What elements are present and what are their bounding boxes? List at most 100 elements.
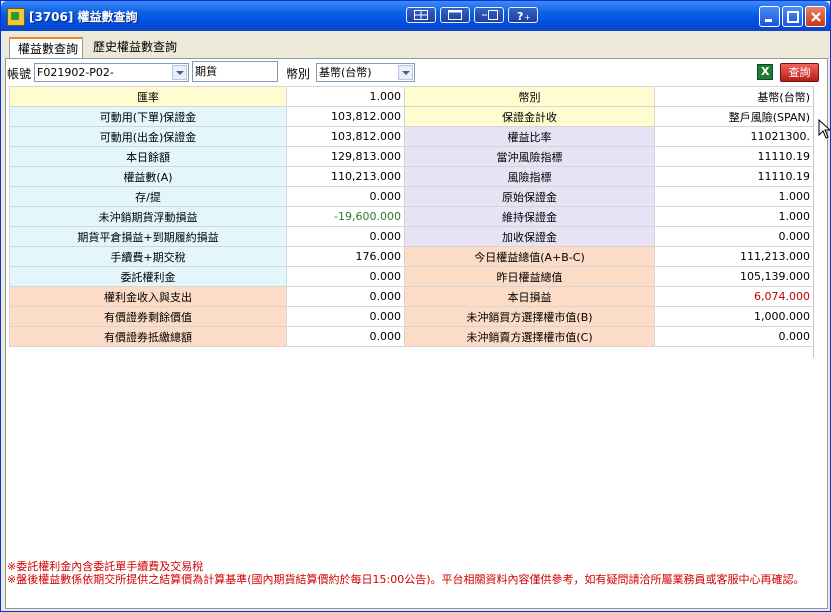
field-value: 11110.19: [654, 146, 814, 167]
chevron-down-icon[interactable]: [398, 65, 413, 80]
minimize-button[interactable]: [759, 6, 780, 27]
table-divider: [813, 86, 814, 358]
currency-label: 幣別: [286, 67, 311, 81]
chevron-down-icon[interactable]: [172, 65, 187, 80]
detach-button[interactable]: [474, 7, 504, 23]
field-label: 有價證券抵繳總額: [9, 326, 287, 347]
field-label: 未沖銷買方選擇權市值(B): [404, 306, 655, 327]
table-row: 未沖銷期貨浮動損益 -19,600.000 維持保證金 1.000: [9, 206, 814, 227]
window-title: [3706] 權益數查詢: [29, 10, 138, 24]
field-value: 0.000: [286, 286, 405, 307]
field-label: 當沖風險指標: [404, 146, 655, 167]
field-value: 176.000: [286, 246, 405, 267]
field-label: 加收保證金: [404, 226, 655, 247]
account-select-value: F021902-P02-: [37, 66, 114, 79]
mouse-cursor-icon: [818, 119, 830, 139]
svg-text:?: ?: [517, 10, 523, 21]
table-row: 存/提 0.000 原始保證金 1.000: [9, 186, 814, 207]
maximize-button[interactable]: [782, 6, 803, 27]
field-value: 基幣(台幣): [654, 86, 814, 107]
app-icon: [7, 8, 25, 26]
field-label: 匯率: [9, 86, 287, 107]
close-icon: [811, 12, 821, 22]
field-value: 0.000: [286, 266, 405, 287]
product-type-value: 期貨: [195, 65, 217, 78]
field-label: 昨日權益總值: [404, 266, 655, 287]
field-label: 本日損益: [404, 286, 655, 307]
table-row: 期貨平倉損益+到期履約損益 0.000 加收保證金 0.000: [9, 226, 814, 247]
currency-select-value: 基幣(台幣): [319, 66, 372, 79]
table-row: 可動用(出金)保證金 103,812.000 權益比率 11021300.: [9, 126, 814, 147]
field-value: -19,600.000: [286, 206, 405, 227]
table-row: 有價證券抵繳總額 0.000 未沖銷賣方選擇權市值(C) 0.000: [9, 326, 814, 347]
field-value: 129,813.000: [286, 146, 405, 167]
field-label: 存/提: [9, 186, 287, 207]
field-label: 權益比率: [404, 126, 655, 147]
table-row: 手續費+期交稅 176.000 今日權益總值(A+B-C) 111,213.000: [9, 246, 814, 267]
table-row: 有價證券剩餘價值 0.000 未沖銷買方選擇權市值(B) 1,000.000: [9, 306, 814, 327]
field-label: 未沖銷賣方選擇權市值(C): [404, 326, 655, 347]
maximize-icon: [787, 11, 799, 23]
svg-text:+: +: [524, 13, 531, 21]
query-button[interactable]: 查詢: [780, 63, 819, 82]
field-value: 整戶風險(SPAN): [654, 106, 814, 127]
footer-note: ※盤後權益數係依期交所提供之結算價為計算基準(國內期貨結算價約於每日15:00公…: [7, 573, 805, 586]
field-label: 幣別: [404, 86, 655, 107]
field-value: 1.000: [654, 186, 814, 207]
field-value: 111,213.000: [654, 246, 814, 267]
equity-table: 匯率 1.000 幣別 基幣(台幣) 可動用(下單)保證金 103,812.000 保證金計…: [9, 86, 814, 347]
table-row: 委託權利金 0.000 昨日權益總值 105,139.000: [9, 266, 814, 287]
field-value: 103,812.000: [286, 126, 405, 147]
table-row: 本日餘額 129,813.000 當沖風險指標 11110.19: [9, 146, 814, 167]
layout-grid-button[interactable]: [406, 7, 436, 23]
table-row: 權利金收入與支出 0.000 本日損益 6,074.000: [9, 286, 814, 307]
field-value: 0.000: [286, 226, 405, 247]
window-frame-icon: [448, 10, 462, 20]
field-value: 0.000: [286, 306, 405, 327]
tab-equity-query[interactable]: 權益數查詢: [9, 37, 83, 59]
field-label: 有價證券剩餘價值: [9, 306, 287, 327]
close-button[interactable]: [805, 6, 826, 27]
help-icon: ? +: [517, 10, 531, 21]
table-row: 權益數(A) 110,213.000 風險指標 11110.19: [9, 166, 814, 187]
product-type-field[interactable]: 期貨: [192, 61, 278, 82]
field-label: 本日餘額: [9, 146, 287, 167]
table-row: 可動用(下單)保證金 103,812.000 保證金計收 整戶風險(SPAN): [9, 106, 814, 127]
field-label: 期貨平倉損益+到期履約損益: [9, 226, 287, 247]
field-value: 1,000.000: [654, 306, 814, 327]
account-select[interactable]: F021902-P02-: [34, 63, 189, 82]
field-label: 今日權益總值(A+B-C): [404, 246, 655, 267]
help-button[interactable]: ? +: [508, 7, 538, 23]
field-value: 0.000: [654, 326, 814, 347]
field-value: 1.000: [654, 206, 814, 227]
field-value: 110,213.000: [286, 166, 405, 187]
field-label: 維持保證金: [404, 206, 655, 227]
layout-window-button[interactable]: [440, 7, 470, 23]
field-value: 103,812.000: [286, 106, 405, 127]
field-label: 風險指標: [404, 166, 655, 187]
field-label: 可動用(下單)保證金: [9, 106, 287, 127]
tab-history-equity-query[interactable]: 歷史權益數查詢: [85, 37, 183, 58]
field-label: 可動用(出金)保證金: [9, 126, 287, 147]
detach-icon: [482, 10, 498, 20]
field-label: 未沖銷期貨浮動損益: [9, 206, 287, 227]
app-window: [3706] 權益數查詢 ? + 權益數查詢 歷史權益數查詢 帳號 F021902…: [0, 0, 831, 612]
field-value: 1.000: [286, 86, 405, 107]
field-label: 權利金收入與支出: [9, 286, 287, 307]
field-value: 0.000: [286, 326, 405, 347]
title-bar[interactable]: [3706] 權益數查詢 ? +: [1, 1, 830, 31]
currency-select[interactable]: 基幣(台幣): [316, 63, 415, 82]
table-row: 匯率 1.000 幣別 基幣(台幣): [9, 86, 814, 107]
field-value: 105,139.000: [654, 266, 814, 287]
field-label: 原始保證金: [404, 186, 655, 207]
layout-grid-icon: [414, 10, 428, 20]
excel-export-icon[interactable]: [757, 64, 773, 80]
field-label: 保證金計收: [404, 106, 655, 127]
field-value: 6,074.000: [654, 286, 814, 307]
field-value: 11021300.: [654, 126, 814, 147]
field-label: 手續費+期交稅: [9, 246, 287, 267]
field-label: 權益數(A): [9, 166, 287, 187]
footer-notes: ※委託權利金內含委託單手續費及交易稅 ※盤後權益數係依期交所提供之結算價為計算基…: [7, 560, 827, 586]
field-value: 11110.19: [654, 166, 814, 187]
minimize-icon: [765, 19, 772, 22]
